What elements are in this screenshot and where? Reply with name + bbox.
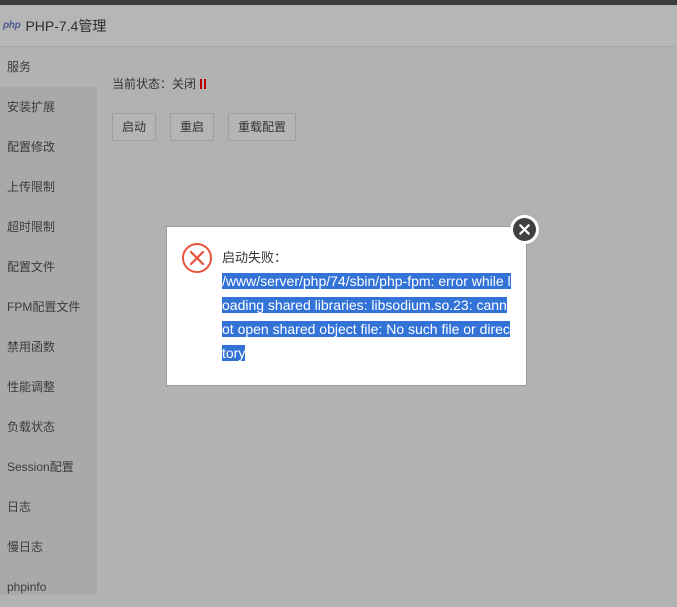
sidebar-item-phpinfo[interactable]: phpinfo (0, 567, 97, 607)
sidebar-item-session-config[interactable]: Session配置 (0, 447, 97, 487)
error-icon (182, 243, 212, 273)
pause-icon (200, 78, 207, 89)
sidebar-item-config-edit[interactable]: 配置修改 (0, 127, 97, 167)
sidebar-item-slow-log[interactable]: 慢日志 (0, 527, 97, 567)
error-dialog: 启动失败： /www/server/php/74/sbin/php-fpm: e… (166, 226, 527, 386)
restart-button[interactable]: 重启 (170, 113, 215, 141)
window-titlebar: php PHP-7.4管理 (0, 5, 677, 47)
sidebar-item-service[interactable]: 服务 (0, 47, 97, 87)
sidebar-item-disabled-functions[interactable]: 禁用函数 (0, 327, 97, 367)
status-value: 关闭 (172, 77, 197, 91)
service-status: 当前状态： 关闭 (112, 75, 207, 92)
status-label: 当前状态： (112, 77, 173, 91)
close-icon[interactable] (510, 215, 539, 244)
start-button[interactable]: 启动 (112, 113, 157, 141)
window-title: PHP-7.4管理 (25, 17, 107, 34)
sidebar-item-fpm-config-file[interactable]: FPM配置文件 (0, 287, 97, 327)
sidebar-item-performance[interactable]: 性能调整 (0, 367, 97, 407)
service-actions: 启动 重启 重载配置 (112, 113, 297, 141)
dialog-error-message[interactable]: /www/server/php/74/sbin/php-fpm: error w… (222, 273, 511, 361)
sidebar: 服务 安装扩展 配置修改 上传限制 超时限制 配置文件 FPM配置文件 禁用函数… (0, 47, 97, 595)
sidebar-item-install-extension[interactable]: 安装扩展 (0, 87, 97, 127)
sidebar-item-timeout-limit[interactable]: 超时限制 (0, 207, 97, 247)
dialog-label: 启动失败： (222, 250, 288, 265)
sidebar-item-upload-limit[interactable]: 上传限制 (0, 167, 97, 207)
sidebar-item-load-status[interactable]: 负载状态 (0, 407, 97, 447)
sidebar-item-log[interactable]: 日志 (0, 487, 97, 527)
sidebar-item-config-file[interactable]: 配置文件 (0, 247, 97, 287)
dialog-message-wrap: /www/server/php/74/sbin/php-fpm: error w… (222, 269, 512, 365)
dialog-content: 启动失败： /www/server/php/74/sbin/php-fpm: e… (222, 249, 512, 365)
reload-config-button[interactable]: 重载配置 (228, 113, 297, 141)
php-logo: php (3, 20, 21, 31)
